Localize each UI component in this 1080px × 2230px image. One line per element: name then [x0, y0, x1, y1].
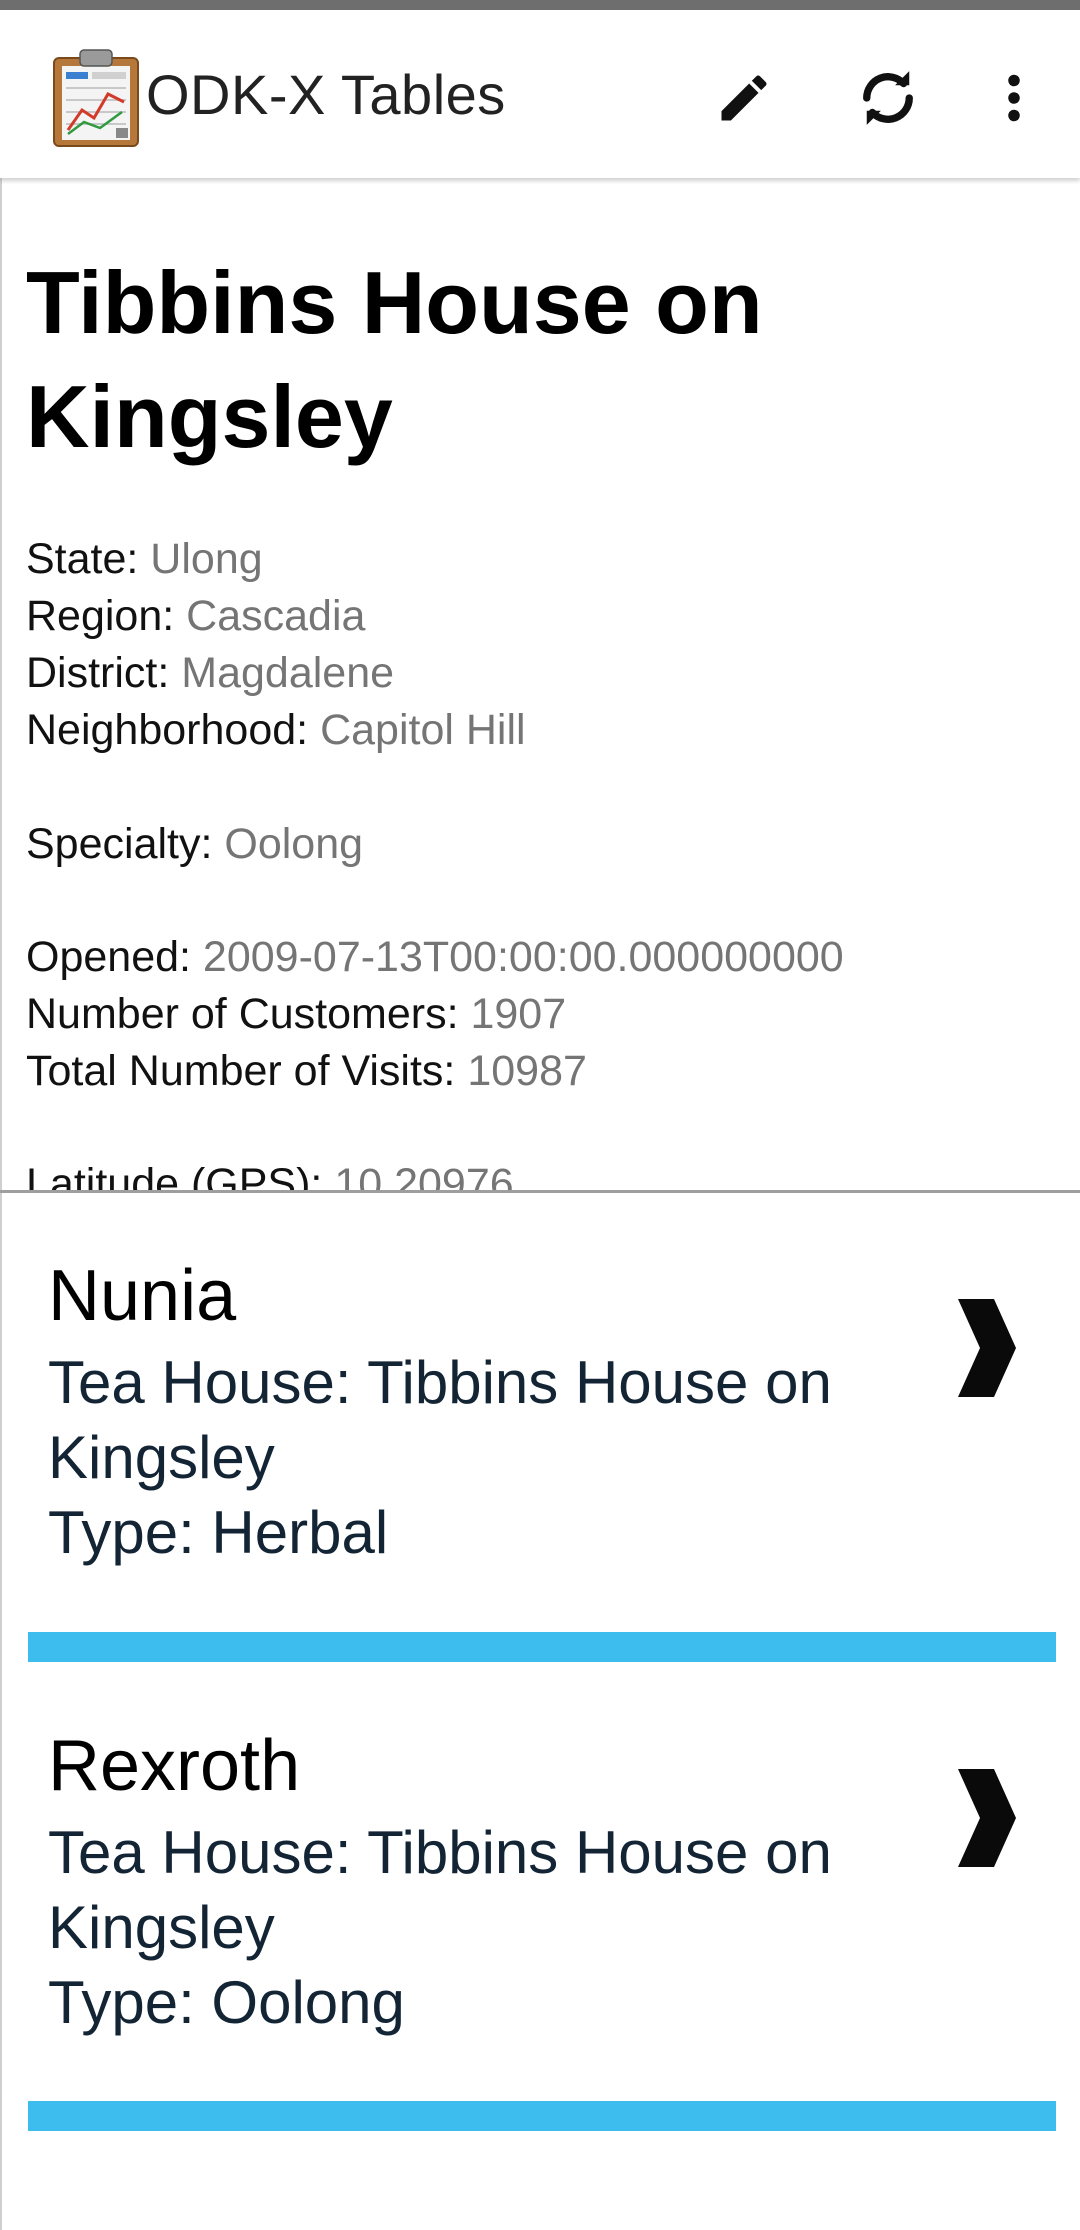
tea-name: Nunia [48, 1256, 237, 1336]
edit-button[interactable] [704, 58, 784, 138]
sync-button[interactable] [848, 58, 928, 138]
visits-field: Total Number of Visits: 10987 [26, 1047, 587, 1095]
more-vert-icon [1008, 74, 1020, 122]
latitude-field: Latitude (GPS): 10.20976 [26, 1160, 514, 1190]
list-divider [28, 1632, 1056, 1662]
chevron-right-icon[interactable] [950, 1763, 1020, 1873]
clipboard-chart-logo [53, 49, 139, 147]
app-bar: ODK-X Tables [0, 10, 1080, 178]
tea-house-title: Tibbins House on Kingsley [26, 253, 763, 466]
district-field: District: Magdalene [26, 649, 395, 697]
detail-pane[interactable]: Tibbins House on Kingsley State: Ulong R… [0, 178, 1080, 1190]
stats-fields: Opened: 2009-07-13T00:00:00.000000000 Nu… [26, 929, 844, 1100]
region-field: Region: Cascadia [26, 592, 366, 640]
location-fields: State: Ulong Region: Cascadia District: … [26, 531, 526, 759]
tea-type-label: Type: Herbal [48, 1499, 389, 1566]
state-field: State: Ulong [26, 535, 263, 583]
tea-list-pane[interactable]: Nunia Tea House: Tibbins House on Kingsl… [0, 1193, 1080, 2230]
overflow-menu-button[interactable] [974, 58, 1054, 138]
app-title: ODK-X Tables [146, 63, 506, 126]
tea-house-label: Tea House: Tibbins House on Kingsley [48, 1349, 832, 1491]
list-divider [28, 2101, 1056, 2131]
specialty-field: Specialty: Oolong [26, 820, 364, 868]
customers-field: Number of Customers: 1907 [26, 990, 567, 1038]
status-bar-strip [0, 0, 1080, 10]
tea-type-label: Type: Oolong [48, 1969, 405, 2036]
pencil-icon [721, 75, 767, 121]
neighborhood-field: Neighborhood: Capitol Hill [26, 706, 526, 754]
chevron-right-icon[interactable] [950, 1293, 1020, 1403]
tea-house-label: Tea House: Tibbins House on Kingsley [48, 1819, 832, 1961]
tea-name: Rexroth [48, 1726, 301, 1806]
opened-field: Opened: 2009-07-13T00:00:00.000000000 [26, 933, 844, 981]
list-item[interactable]: Rexroth Tea House: Tibbins House on King… [2, 1663, 1080, 2083]
sync-icon [863, 71, 913, 125]
list-item[interactable]: Nunia Tea House: Tibbins House on Kingsl… [2, 1193, 1080, 1613]
